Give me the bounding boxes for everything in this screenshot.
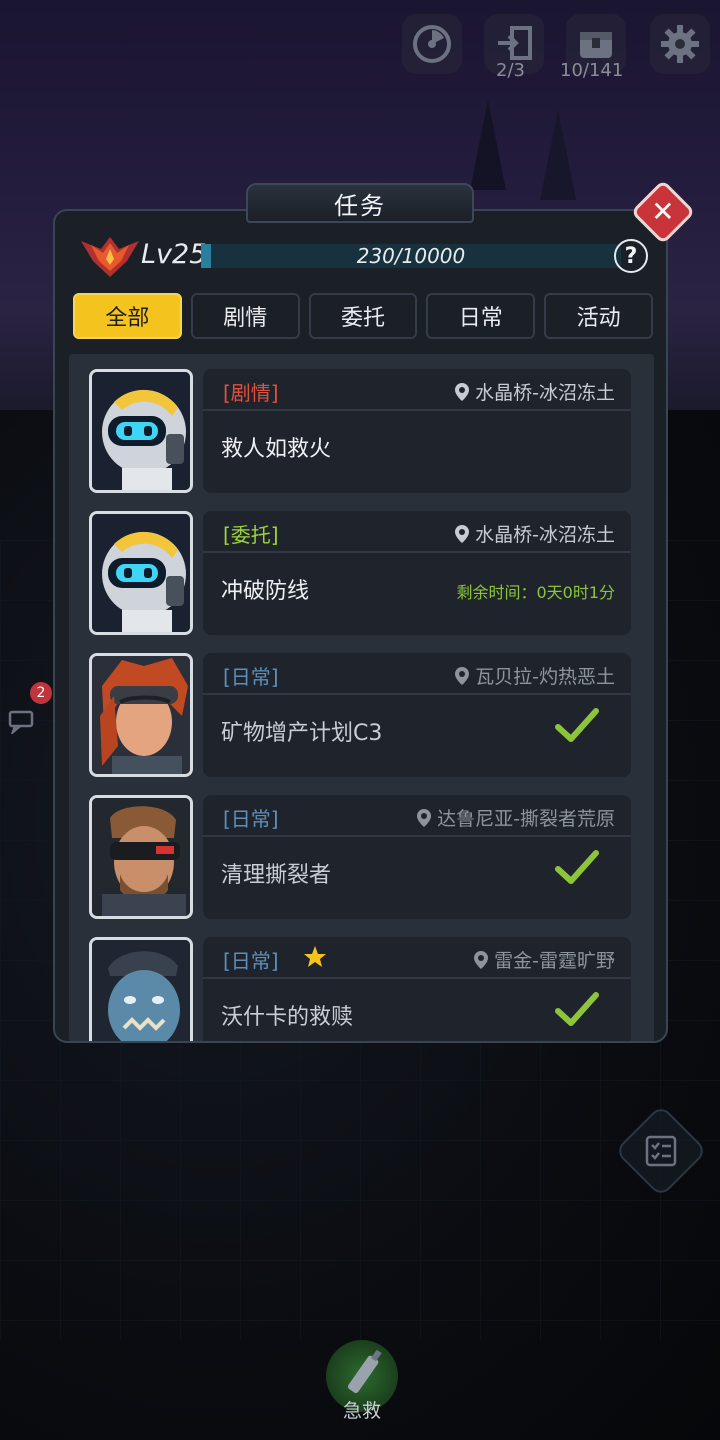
rank-emblem-icon (81, 237, 139, 277)
tab-entrust[interactable]: 委托 (308, 293, 418, 339)
tab-daily[interactable]: 日常 (426, 293, 536, 339)
notification-badge: 2 (30, 682, 52, 704)
red-hair-woman-portrait-icon (92, 656, 190, 774)
quest-tag: [委托] (223, 523, 279, 547)
quest-giver-avatar (89, 369, 193, 493)
robot-portrait-icon (92, 372, 190, 490)
quest-location: 水晶桥-冰沼冻土 (455, 378, 615, 405)
tab-event[interactable]: 活动 (544, 293, 653, 339)
location-pin-icon (455, 666, 470, 685)
exp-bar: 230/10000 (201, 244, 621, 268)
quest-card[interactable]: [剧情] 水晶桥-冰沼冻土 救人如救火 (203, 369, 631, 493)
quest-location-text: 水晶桥-冰沼冻土 (475, 382, 615, 404)
quest-card[interactable]: [日常] 瓦贝拉-灼热恶土 矿物增产计划C3 (203, 653, 631, 777)
quest-card[interactable]: [日常] 雷金-雷霆旷野 沃什卡的救赎 (203, 937, 631, 1041)
chat-icon[interactable] (8, 710, 36, 734)
quest-giver-avatar (89, 937, 193, 1041)
chest-count: 10/141 (560, 60, 624, 81)
quest-giver-avatar (89, 511, 193, 635)
radar-icon (413, 25, 451, 63)
checkmark-icon (555, 992, 599, 1026)
quest-location: 瓦贝拉-灼热恶土 (455, 662, 615, 689)
quest-location-text: 水晶桥-冰沼冻土 (475, 524, 615, 546)
quest-list[interactable]: [剧情] 水晶桥-冰沼冻土 救人如救火 [委托] 水晶桥-冰沼冻土 冲破防线 剩… (69, 354, 654, 1041)
location-pin-icon (455, 382, 470, 401)
settings-button[interactable] (650, 14, 710, 74)
quest-tabs: 全部 剧情 委托 日常 活动 (73, 293, 653, 341)
quest-tag: [日常] (223, 949, 279, 973)
exp-text: 230/10000 (356, 244, 466, 268)
quest-location: 水晶桥-冰沼冻土 (455, 520, 615, 547)
location-pin-icon (455, 524, 470, 543)
quest-location-text: 达鲁尼亚-撕裂者荒原 (437, 808, 615, 830)
quest-tag: [日常] (223, 807, 279, 831)
level-label: Lv25 (141, 239, 207, 270)
quest-name: 清理撕裂者 (221, 863, 332, 888)
quest-card[interactable]: [日常] 达鲁尼亚-撕裂者荒原 清理撕裂者 (203, 795, 631, 919)
quest-card-header: [剧情] 水晶桥-冰沼冻土 (203, 369, 631, 411)
radar-button[interactable] (402, 14, 462, 74)
star-icon (304, 946, 326, 967)
quest-card[interactable]: [委托] 水晶桥-冰沼冻土 冲破防线 剩余时间：0天0时1分 (203, 511, 631, 635)
checkmark-icon (555, 850, 599, 884)
quest-tag: [剧情] (223, 381, 279, 405)
quest-row[interactable]: [日常] 达鲁尼亚-撕裂者荒原 清理撕裂者 (89, 795, 631, 919)
quest-row[interactable]: [日常] 瓦贝拉-灼热恶土 矿物增产计划C3 (89, 653, 631, 777)
goggles-man-portrait-icon (92, 798, 190, 916)
robot-portrait-icon (92, 514, 190, 632)
location-pin-icon (417, 808, 432, 827)
quest-card-header: [日常] 瓦贝拉-灼热恶土 (203, 653, 631, 695)
tab-story[interactable]: 剧情 (190, 293, 300, 339)
quest-panel: Lv25 230/10000 ? 全部 剧情 委托 日常 活动 [剧情] 水晶桥… (53, 209, 668, 1043)
quest-name: 矿物增产计划C3 (221, 721, 383, 746)
close-icon: ✕ (651, 195, 675, 228)
quest-row[interactable]: [委托] 水晶桥-冰沼冻土 冲破防线 剩余时间：0天0时1分 (89, 511, 631, 635)
panel-title: 任务 (334, 191, 386, 220)
quest-tag: [日常] (223, 665, 279, 689)
quest-location: 雷金-雷霆旷野 (474, 946, 615, 973)
quest-name: 救人如救火 (221, 437, 332, 462)
tab-all[interactable]: 全部 (73, 293, 182, 339)
help-button[interactable]: ? (614, 239, 648, 273)
checkmark-icon (555, 708, 599, 742)
checklist-icon (645, 1135, 677, 1167)
quest-row[interactable]: [剧情] 水晶桥-冰沼冻土 救人如救火 (89, 369, 631, 493)
panel-title-tab: 任务 (246, 183, 474, 223)
quest-location-text: 瓦贝拉-灼热恶土 (475, 666, 615, 688)
location-pin-icon (474, 950, 489, 969)
blue-orc-portrait-icon (92, 940, 190, 1041)
tree-silhouette (470, 100, 506, 190)
quest-card-header: [委托] 水晶桥-冰沼冻土 (203, 511, 631, 553)
rescue-label: 急救 (342, 1400, 381, 1422)
quest-remaining-time: 剩余时间：0天0时1分 (456, 583, 615, 602)
gear-icon (661, 25, 699, 63)
quest-name: 冲破防线 (221, 579, 310, 604)
quest-name: 沃什卡的救赎 (221, 1005, 354, 1030)
quest-card-header: [日常] 雷金-雷霆旷野 (203, 937, 631, 979)
tree-silhouette (540, 110, 576, 200)
quest-giver-avatar (89, 795, 193, 919)
portal-count: 2/3 (496, 60, 525, 81)
quest-card-header: [日常] 达鲁尼亚-撕裂者荒原 (203, 795, 631, 837)
quest-location: 达鲁尼亚-撕裂者荒原 (417, 804, 615, 831)
level-row: Lv25 230/10000 ? (79, 233, 649, 279)
quest-location-text: 雷金-雷霆旷野 (494, 950, 615, 972)
quest-row[interactable]: [日常] 雷金-雷霆旷野 沃什卡的救赎 (89, 937, 631, 1041)
quest-giver-avatar (89, 653, 193, 777)
